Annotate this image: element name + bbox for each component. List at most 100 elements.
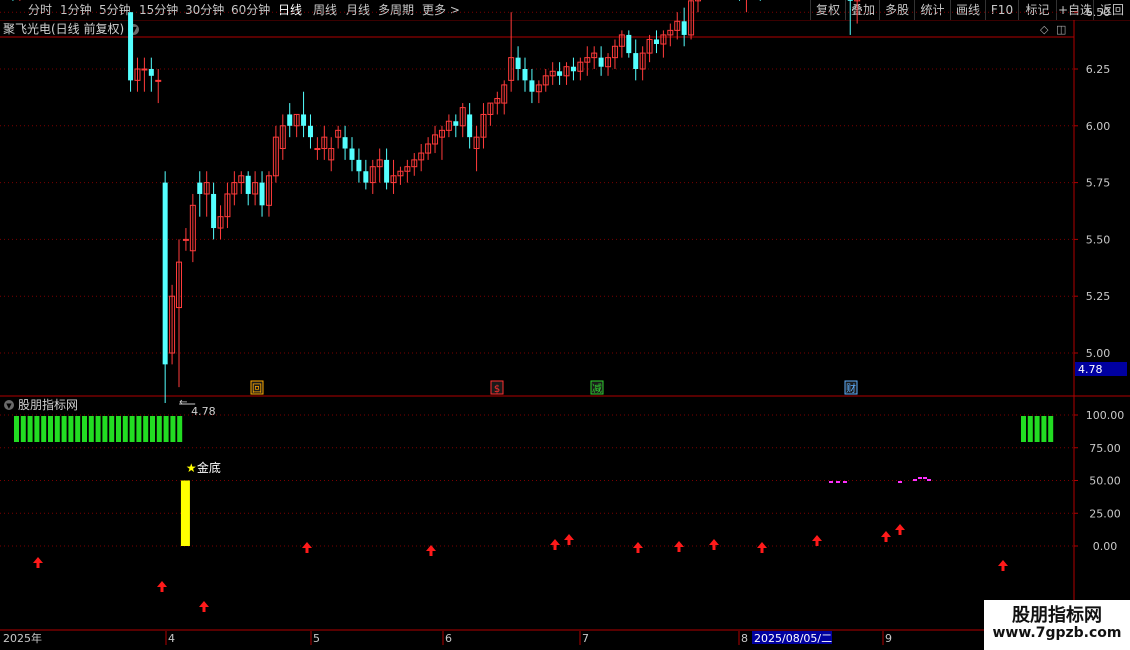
green-signal-bar [41,416,47,442]
green-signal-bar [61,416,67,442]
candle-body-down [245,175,251,194]
price-tick-label: 5.25 [1086,290,1111,303]
event-marker-1: $ [494,384,500,395]
candle-body-down [363,171,369,183]
candle-body-down [128,12,134,81]
time-axis-label: 5 [313,632,320,645]
price-tick-label: 6.00 [1086,120,1111,133]
green-signal-bar [82,416,87,442]
green-signal-bar [156,416,162,442]
candle-body-down [529,80,535,92]
indicator-tick-label: 25.00 [1089,507,1121,520]
low-label: 4.78 [191,405,216,418]
red-arrow-icon [633,542,643,553]
cursor-date: 2025/08/05/二 [754,632,832,645]
magenta-dash [836,481,840,483]
candle-body-down [349,148,355,160]
magenta-dash [913,479,917,481]
green-signal-bar [20,416,26,442]
red-arrow-icon [426,545,436,556]
stock-chart[interactable]: 7.507.257.006.756.506.256.005.755.505.25… [0,0,1130,650]
candle-body-up [182,238,189,241]
green-signal-bar [75,416,81,442]
magenta-dash [843,481,847,483]
candle-body-down [453,121,459,126]
green-signal-bar [1041,416,1047,442]
magenta-dash [898,481,902,483]
magenta-dash [927,479,931,481]
star-icon: ★ [186,461,197,475]
event-marker-3: 财 [846,382,856,395]
green-signal-bar [129,416,135,442]
green-signal-bar [143,416,149,442]
candle-body-down [307,125,313,138]
red-arrow-icon [674,541,684,552]
green-signal-bar [163,416,169,442]
green-signal-bar [177,416,183,442]
candle-body-down [259,182,265,206]
green-signal-bar [1021,416,1026,442]
green-signal-bar [27,416,33,442]
red-arrow-icon [302,542,312,553]
red-arrow-icon [550,539,560,550]
green-signal-bar [109,416,115,442]
candle-body-down [681,21,687,35]
red-arrow-icon [895,524,905,535]
candle-body-down [653,39,659,45]
indicator-name: 股朋指标网 [18,397,78,412]
candle-body-down [211,193,217,229]
golden-bottom-bar [180,480,190,546]
green-signal-bar [1048,416,1054,442]
red-arrow-icon [998,560,1008,571]
red-arrow-icon [812,535,822,546]
red-arrow-icon [564,534,574,545]
green-signal-bar [136,416,142,442]
indicator-chevron-glyph: ▼ [6,402,12,410]
candle-body-down [522,69,528,81]
candle-body-down [598,57,604,67]
candle-body-down [557,71,563,76]
green-signal-bar [1034,416,1040,442]
green-signal-bar [1027,416,1033,442]
signal-label: 金底 [197,460,221,475]
green-signal-bar [68,416,74,442]
price-tick-label: 6.50 [1086,6,1111,19]
time-axis-label: 4 [168,632,175,645]
candle-body-down [467,114,473,138]
candle-body-down [148,69,154,76]
event-marker-0: 回 [252,383,262,395]
green-signal-bar [122,416,128,442]
low-arrow-icon: ← [179,397,187,408]
candle-body-down [287,114,293,126]
watermark-url: www.7gpzb.com [992,625,1122,641]
red-arrow-icon [157,581,167,592]
magenta-dash [829,481,833,483]
indicator-tick-label: 50.00 [1089,475,1121,488]
candle-body-up [314,148,321,151]
time-axis-label: 8 [741,632,748,645]
candle-body-down [342,137,348,149]
green-signal-bar [34,416,40,442]
green-signal-bar [116,416,121,442]
price-tick-label: 5.50 [1086,233,1111,246]
indicator-tick-label: 100.00 [1086,409,1125,422]
green-signal-bar [102,416,108,442]
candle-body-down [570,66,576,72]
price-tick-label: 5.00 [1086,347,1111,360]
green-signal-bar [95,416,101,442]
candle-body-down [197,182,203,194]
time-axis-label: 2025年 [3,631,42,645]
candle-body-up [155,79,162,82]
candle-body-down [847,0,853,1]
candle-body-down [633,53,639,69]
green-signal-bar [54,416,60,442]
candle-body-up [141,68,148,71]
candle-body-down [356,159,362,172]
candle-body-down [515,57,521,69]
magenta-dash [918,477,922,479]
green-signal-bar [170,416,176,442]
price-tick-label: 5.75 [1086,177,1111,190]
candle-body-down [626,34,632,54]
magenta-dash [923,477,927,479]
event-marker-2: 减 [592,383,602,395]
